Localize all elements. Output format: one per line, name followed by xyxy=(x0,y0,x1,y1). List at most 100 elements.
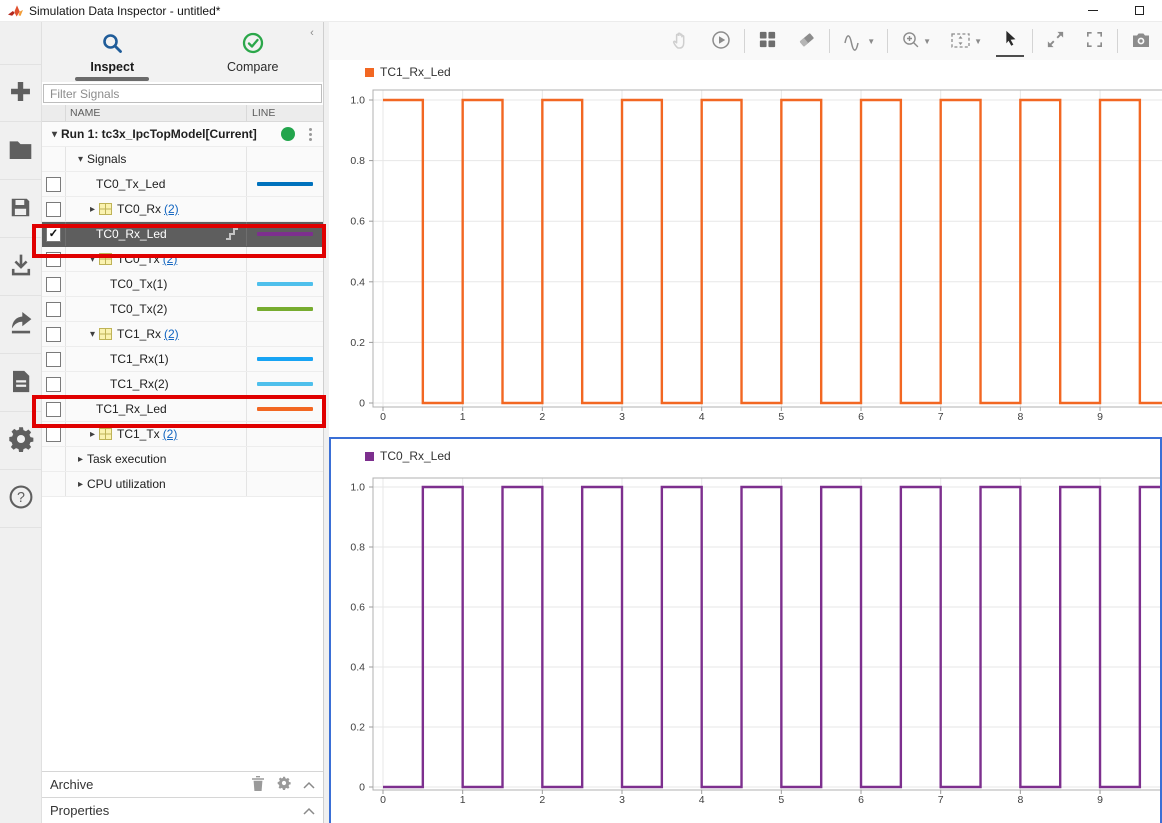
collapse-arrow-icon[interactable]: ▾ xyxy=(86,329,99,340)
chevron-up-icon[interactable] xyxy=(303,777,315,792)
app-window: Simulation Data Inspector - untitled* ? … xyxy=(0,0,1162,823)
toolbar-button-snapshot-camera[interactable] xyxy=(1126,27,1156,56)
chevron-up-icon[interactable] xyxy=(303,803,315,818)
rail-button-open[interactable] xyxy=(0,122,41,180)
signal-waveform-TC1_Rx_Led[interactable] xyxy=(383,100,1162,403)
matrix-row-tc1-tx[interactable]: ▸TC1_Tx(2) xyxy=(42,422,323,447)
signal-visibility-checkbox[interactable] xyxy=(46,177,61,192)
archive-bar[interactable]: Archive xyxy=(42,771,323,797)
minimize-button[interactable] xyxy=(1070,0,1116,21)
section-row-cpu-utilization[interactable]: ▸CPU utilization xyxy=(42,472,323,497)
signal-visibility-checkbox[interactable] xyxy=(46,402,61,417)
line-style-swatch[interactable] xyxy=(257,182,313,186)
signal-visibility-checkbox[interactable] xyxy=(46,277,61,292)
signal-visibility-checkbox[interactable] xyxy=(46,252,61,267)
properties-bar[interactable]: Properties xyxy=(42,797,323,823)
element-count-link[interactable]: (2) xyxy=(163,427,178,441)
section-row-task-execution[interactable]: ▸Task execution xyxy=(42,447,323,472)
y-tick-label: 0.6 xyxy=(350,602,365,614)
expand-arrow-icon[interactable]: ▸ xyxy=(74,454,87,465)
line-style-swatch[interactable] xyxy=(257,232,313,236)
signal-row-tc1-rx-led[interactable]: TC1_Rx_Led xyxy=(42,397,323,422)
gear-icon[interactable] xyxy=(277,776,291,793)
name-cell: TC1_Rx_Led xyxy=(66,397,246,421)
square-wave-chart-tc1-rx-led[interactable]: 00.20.40.60.81.00123456789 xyxy=(329,60,1162,437)
section-row-signals[interactable]: ▾Signals xyxy=(42,147,323,172)
rail-button-import[interactable] xyxy=(0,238,41,296)
signal-visibility-checkbox[interactable] xyxy=(46,302,61,317)
signal-row-tc0-tx-led[interactable]: TC0_Tx_Led xyxy=(42,172,323,197)
expand-arrow-icon[interactable]: ▸ xyxy=(74,479,87,490)
toolbar-button-fit-to-view[interactable]: ▼ xyxy=(945,27,986,56)
matrix-row-tc0-rx[interactable]: ▸TC0_Rx(2) xyxy=(42,197,323,222)
rail-button-add-run[interactable] xyxy=(0,64,41,122)
filter-signals-input[interactable] xyxy=(43,84,322,103)
signal-visibility-checkbox[interactable]: ✓ xyxy=(46,227,61,242)
x-tick-label: 1 xyxy=(460,794,466,806)
subsignal-row-tc1-rx-1-[interactable]: TC1_Rx(1) xyxy=(42,347,323,372)
rail-button-export[interactable] xyxy=(0,296,41,354)
trash-icon[interactable] xyxy=(251,776,265,794)
run-row-run-1-tc3x-ipctopmodel-current-[interactable]: ▾Run 1: tc3x_IpcTopModel[Current] xyxy=(42,122,323,147)
tab-compare[interactable]: Compare xyxy=(183,22,324,82)
collapse-arrow-icon[interactable]: ▾ xyxy=(86,254,99,265)
signal-visibility-checkbox[interactable] xyxy=(46,427,61,442)
subsignal-row-tc0-tx-1-[interactable]: TC0_Tx(1) xyxy=(42,272,323,297)
element-count-link[interactable]: (2) xyxy=(163,252,178,266)
toolbar-group xyxy=(1041,27,1109,55)
line-style-swatch[interactable] xyxy=(257,357,313,361)
element-count-link[interactable]: (2) xyxy=(164,327,179,341)
subplot-bottom-selected[interactable]: TC0_Rx_Led 00.20.40.60.81.00123456789 xyxy=(329,437,1162,823)
expand-arrow-icon[interactable]: ▸ xyxy=(86,204,99,215)
signal-visibility-checkbox[interactable] xyxy=(46,352,61,367)
collapse-panel-button[interactable]: ‹ xyxy=(305,26,319,40)
rail-button-preferences[interactable] xyxy=(0,412,41,470)
toolbar-button-subplot-layout[interactable] xyxy=(753,27,782,55)
matrix-signal-icon xyxy=(99,428,112,440)
checkbox-cell xyxy=(42,322,66,346)
matrix-row-tc1-rx[interactable]: ▾TC1_Rx(2) xyxy=(42,322,323,347)
line-style-swatch[interactable] xyxy=(257,382,313,386)
y-tick-label: 1.0 xyxy=(350,95,365,107)
line-style-swatch[interactable] xyxy=(257,282,313,286)
archive-label: Archive xyxy=(50,777,93,792)
dropdown-caret-icon[interactable]: ▼ xyxy=(974,37,982,46)
rail-button-save[interactable] xyxy=(0,180,41,238)
subplot-top[interactable]: TC1_Rx_Led 00.20.40.60.81.00123456789 xyxy=(329,60,1162,437)
matrix-row-tc0-tx[interactable]: ▾TC0_Tx(2) xyxy=(42,247,323,272)
toolbar-button-arrow-cursor[interactable] xyxy=(996,26,1024,57)
signal-visibility-checkbox[interactable] xyxy=(46,327,61,342)
element-count-link[interactable]: (2) xyxy=(164,202,179,216)
toolbar-button-zoom-in[interactable]: ▼ xyxy=(896,27,935,56)
toolbar-button-data-cursors[interactable]: ▼ xyxy=(838,27,879,56)
maximize-button[interactable] xyxy=(1116,0,1162,21)
signal-visibility-checkbox[interactable] xyxy=(46,377,61,392)
collapse-arrow-icon[interactable]: ▾ xyxy=(48,129,61,140)
collapse-arrow-icon[interactable]: ▾ xyxy=(74,154,87,165)
checkbox-cell xyxy=(42,347,66,371)
x-tick-label: 0 xyxy=(380,794,386,806)
subsignal-row-tc0-tx-2-[interactable]: TC0_Tx(2) xyxy=(42,297,323,322)
tab-inspect-label: Inspect xyxy=(90,60,134,74)
dropdown-caret-icon[interactable]: ▼ xyxy=(923,37,931,46)
toolbar-button-fullscreen[interactable] xyxy=(1080,27,1109,55)
dropdown-caret-icon[interactable]: ▼ xyxy=(867,37,875,46)
toolbar-button-replay[interactable] xyxy=(706,27,736,56)
expand-arrow-icon[interactable]: ▸ xyxy=(86,429,99,440)
toolbar-button-expand-view[interactable] xyxy=(1041,27,1070,55)
signal-row-tc0-rx-led[interactable]: ✓TC0_Rx_Led xyxy=(42,222,323,247)
magnifier-icon xyxy=(100,31,124,58)
rail-button-help[interactable]: ? xyxy=(0,470,41,528)
square-wave-chart-tc0-rx-led[interactable]: 00.20.40.60.81.00123456789 xyxy=(329,437,1162,823)
save-icon xyxy=(8,195,33,223)
tab-inspect[interactable]: Inspect xyxy=(42,22,183,82)
run-menu-kebab-icon[interactable] xyxy=(303,128,317,141)
rail-button-create-report[interactable] xyxy=(0,354,41,412)
header-line-column: LINE xyxy=(246,105,323,121)
line-style-swatch[interactable] xyxy=(257,307,313,311)
subsignal-row-tc1-rx-2-[interactable]: TC1_Rx(2) xyxy=(42,372,323,397)
line-style-swatch[interactable] xyxy=(257,407,313,411)
signal-visibility-checkbox[interactable] xyxy=(46,202,61,217)
signal-waveform-TC0_Rx_Led[interactable] xyxy=(383,487,1162,787)
toolbar-button-clear-subplots[interactable] xyxy=(792,27,821,55)
